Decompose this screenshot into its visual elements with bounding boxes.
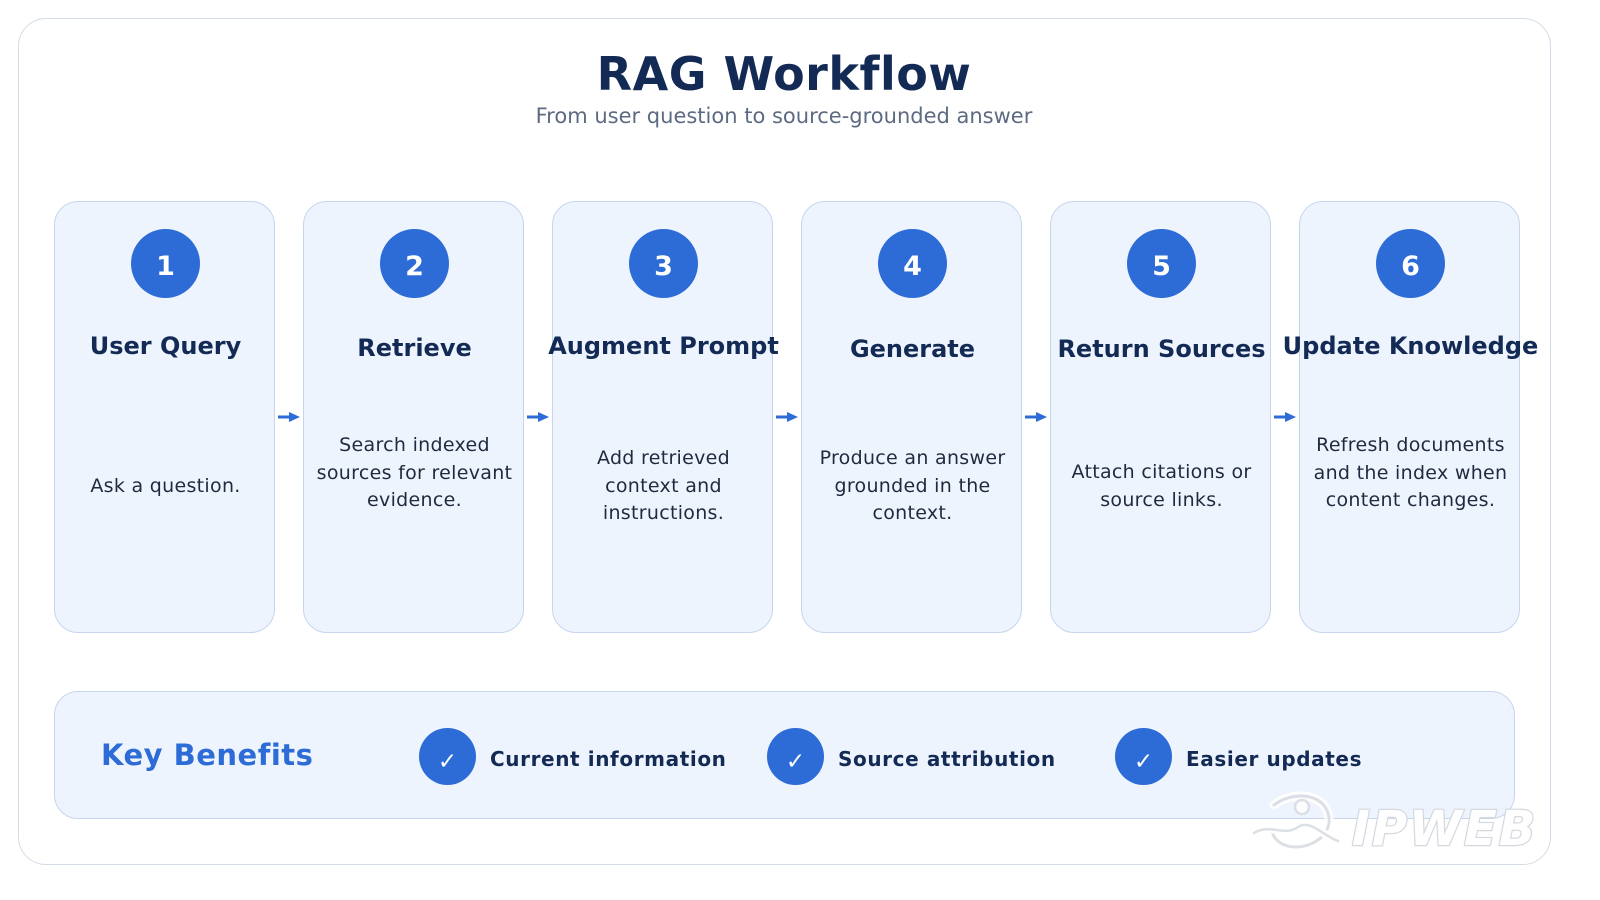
step-card-return-sources: 5 Return Sources Attach citations or sou… <box>1050 201 1271 633</box>
step-card-augment-prompt: 3 Augment Prompt Add retrieved context a… <box>548 201 779 633</box>
watermark-text: IPWEB <box>1352 801 1537 857</box>
step-number-badge: 3 <box>629 229 698 298</box>
check-icon: ✓ <box>1115 728 1172 785</box>
step-description: Attach citations or source links. <box>1071 461 1252 511</box>
arrow-right-icon <box>278 412 300 422</box>
benefit-label: Easier updates <box>1186 747 1363 771</box>
step-number-badge: 1 <box>131 229 200 298</box>
watermark-logo: IPWEB <box>1250 791 1537 858</box>
step-title: Return Sources <box>1057 335 1266 363</box>
check-icon: ✓ <box>767 728 824 785</box>
step-number-badge: 6 <box>1376 229 1445 298</box>
benefit-label: Current information <box>490 747 727 771</box>
arrow-right-icon <box>776 412 798 422</box>
step-card-retrieve: 2 Retrieve Search indexed sources for re… <box>303 201 524 633</box>
step-number-badge: 2 <box>380 229 449 298</box>
step-card-generate: 4 Generate Produce an answer grounded in… <box>801 201 1022 633</box>
check-icon: ✓ <box>419 728 476 785</box>
arrow-right-icon <box>1274 412 1296 422</box>
step-title: User Query <box>89 332 242 360</box>
step-title: Retrieve <box>357 334 472 362</box>
diagram-subtitle: From user question to source-grounded an… <box>535 104 1033 128</box>
step-description: Add retrieved context and instructions. <box>596 447 731 524</box>
step-description: Produce an answer grounded in the contex… <box>819 447 1006 524</box>
step-title: Update Knowledge <box>1282 332 1539 360</box>
step-description: Search indexed sources for relevant evid… <box>316 434 513 511</box>
step-card-user-query: 1 User Query Ask a question. <box>54 201 275 633</box>
arrow-right-icon <box>527 412 549 422</box>
key-benefits-title: Key Benefits <box>101 738 314 772</box>
step-description: Refresh documents and the index when con… <box>1313 434 1508 511</box>
step-title: Generate <box>849 335 976 363</box>
arrow-right-icon <box>1025 412 1047 422</box>
step-card-update-knowledge: 6 Update Knowledge Refresh documents and… <box>1283 201 1538 633</box>
diagram-title: RAG Workflow <box>596 47 972 101</box>
benefit-label: Source attribution <box>838 747 1056 771</box>
step-description: Ask a question. <box>90 475 241 497</box>
step-number-badge: 4 <box>878 229 947 298</box>
step-number-badge: 5 <box>1127 229 1196 298</box>
step-title: Augment Prompt <box>548 332 779 360</box>
